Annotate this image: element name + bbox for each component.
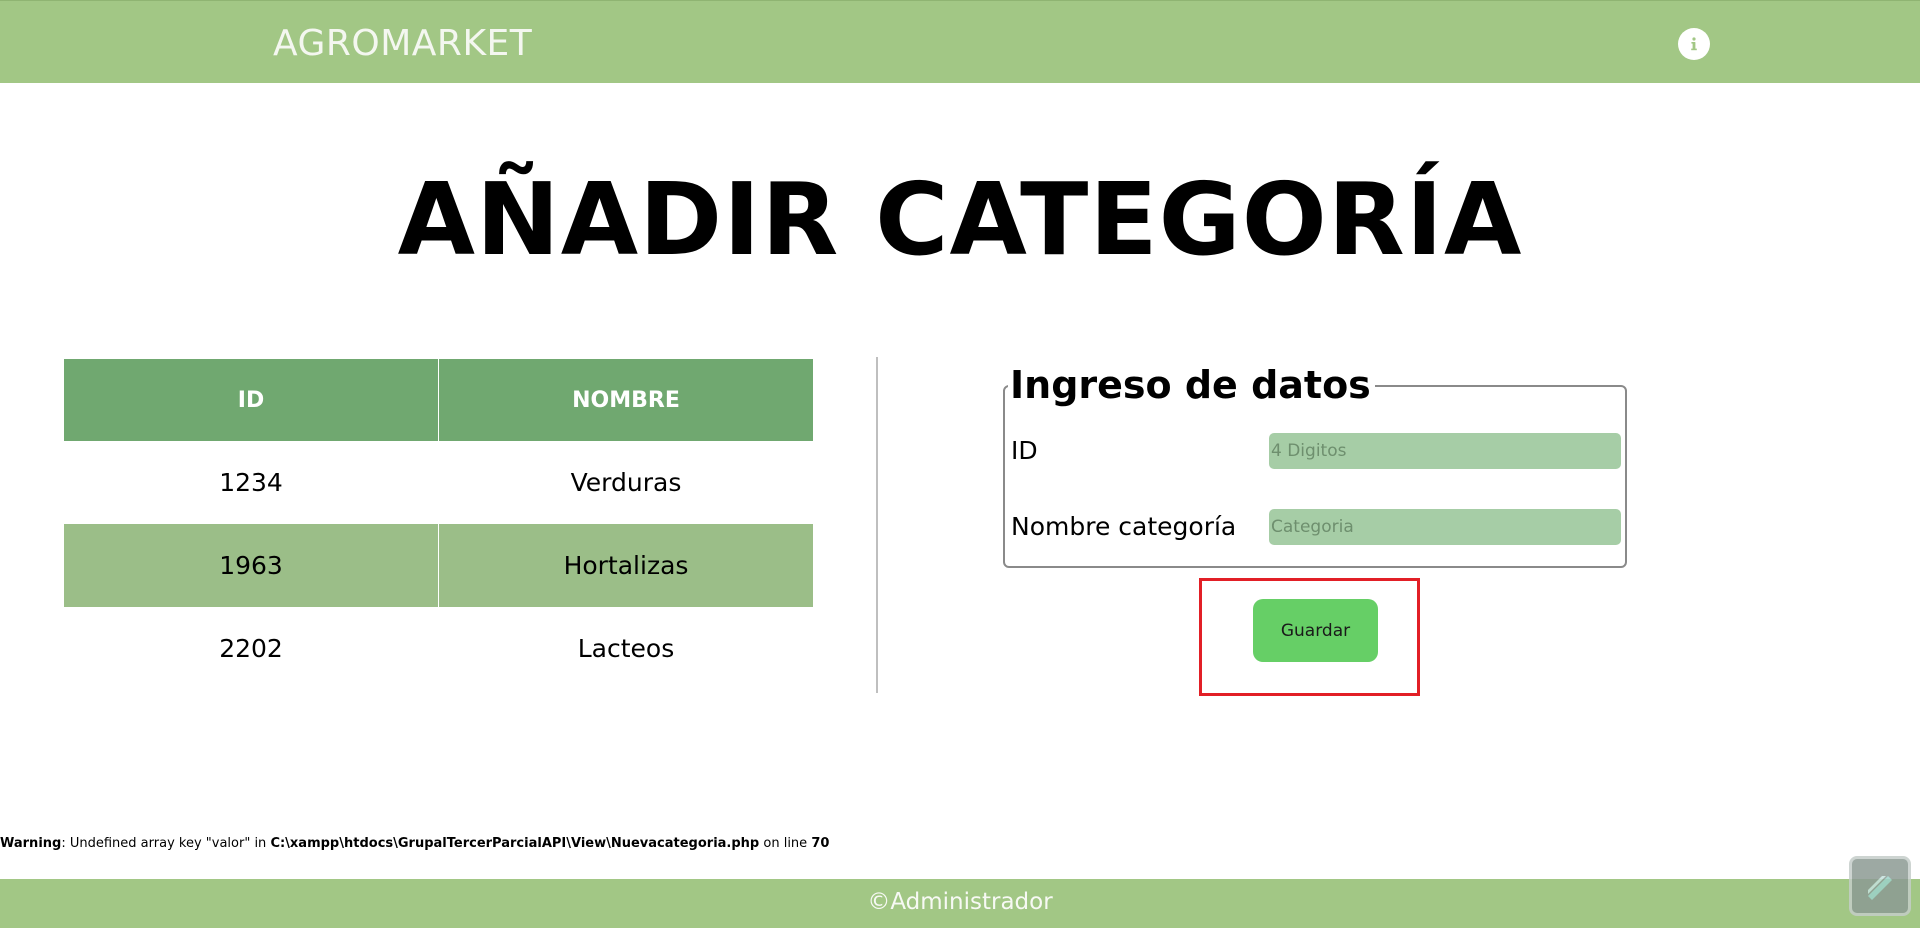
floating-action-widget[interactable] — [1849, 856, 1911, 916]
php-warning: Warning: Undefined array key "valor" in … — [0, 836, 829, 852]
category-name-input[interactable] — [1269, 509, 1621, 545]
brand-logo[interactable]: AGROMARKET — [273, 23, 532, 64]
info-glyph — [1691, 37, 1697, 51]
warning-prefix: Warning — [0, 836, 62, 851]
column-header-id: ID — [64, 359, 439, 441]
warning-line-number: 70 — [811, 836, 830, 851]
table-row: 1963 Hortalizas — [64, 524, 813, 607]
info-icon[interactable] — [1678, 28, 1710, 60]
cell-id: 1963 — [64, 524, 439, 607]
name-label: Nombre categoría — [1011, 512, 1237, 541]
categories-table: ID NOMBRE 1234 Verduras 1963 Hortalizas … — [64, 359, 813, 690]
column-header-nombre: NOMBRE — [438, 359, 813, 441]
pencil-icon — [1868, 876, 1892, 900]
footer-text: ©Administrador — [867, 889, 1053, 915]
table-header-row: ID NOMBRE — [64, 359, 813, 441]
table-row: 2202 Lacteos — [64, 607, 813, 690]
page-title: AÑADIR CATEGORÍA — [397, 161, 1523, 278]
warning-line-text: on line — [759, 836, 812, 851]
id-label: ID — [1011, 436, 1038, 465]
footer: ©Administrador — [0, 879, 1920, 928]
save-button[interactable]: Guardar — [1253, 599, 1378, 662]
fieldset-legend: Ingreso de datos — [1008, 363, 1375, 407]
table-row: 1234 Verduras — [64, 441, 813, 524]
cell-nombre: Lacteos — [577, 634, 675, 663]
warning-message: : Undefined array key "valor" in — [61, 836, 271, 851]
cell-id: 2202 — [64, 607, 439, 690]
cell-nombre: Hortalizas — [438, 524, 813, 607]
vertical-divider — [876, 357, 878, 693]
cell-nombre: Verduras — [570, 468, 682, 497]
cell-id: 1234 — [64, 441, 439, 524]
id-input[interactable] — [1269, 433, 1621, 469]
top-header: AGROMARKET — [0, 0, 1920, 83]
warning-path: C:\xampp\htdocs\GrupalTercerParcialAPI\V… — [270, 836, 760, 851]
